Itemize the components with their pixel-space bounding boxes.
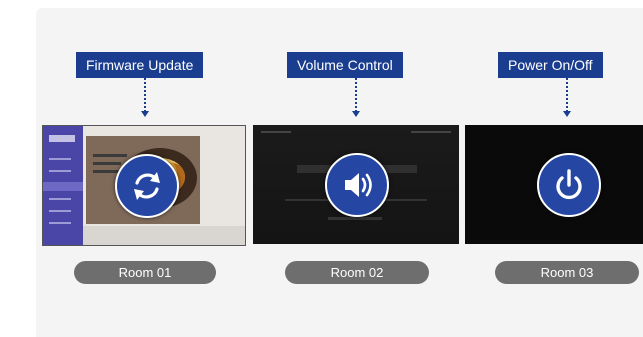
arrow-down-icon	[352, 111, 360, 117]
room-03-badge: Room 03	[495, 261, 639, 284]
connector-line	[144, 78, 146, 112]
connector-line	[566, 78, 568, 112]
volume-control-label: Volume Control	[287, 52, 403, 78]
power-icon	[537, 153, 601, 217]
power-on-off-label: Power On/Off	[498, 52, 603, 78]
room-02-badge: Room 02	[285, 261, 429, 284]
refresh-icon	[115, 154, 179, 218]
room-02-screen	[253, 125, 459, 244]
arrow-down-icon	[141, 111, 149, 117]
room-03-group: Power On/Off Room 03	[465, 0, 643, 337]
connector-line	[355, 78, 357, 112]
arrow-down-icon	[563, 111, 571, 117]
room-02-group: Volume Control Room 02	[253, 0, 459, 337]
room-01-screen	[42, 125, 246, 246]
screen-sidebar	[43, 126, 83, 245]
room-01-badge: Room 01	[74, 261, 216, 284]
room-03-screen	[465, 125, 643, 244]
room-01-group: Firmware Update Room 01	[40, 0, 250, 337]
speaker-icon	[325, 153, 389, 217]
firmware-update-label: Firmware Update	[76, 52, 204, 78]
